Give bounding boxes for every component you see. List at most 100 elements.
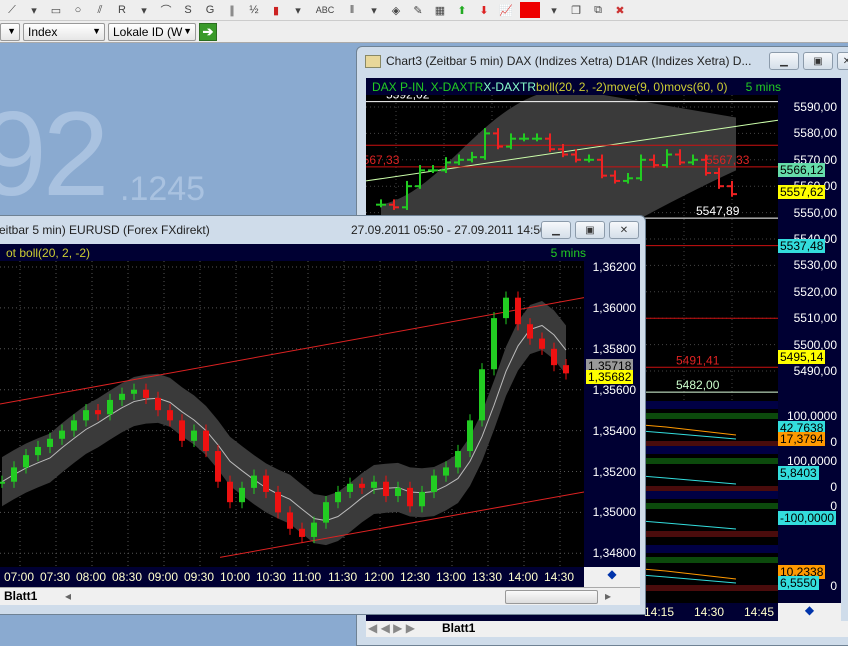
eraser-icon[interactable]: ✎ [410,2,426,18]
pin-icon[interactable]: ◆ [584,567,640,587]
regression-icon[interactable]: R [114,2,130,18]
price-label: 5547,89 [696,204,740,218]
candle-body [83,410,89,421]
combo-id-type[interactable]: Lokale ID (W ▼ [108,22,196,41]
combo-index-value: Index [28,24,58,39]
fan-icon[interactable]: ⫽ [92,2,108,18]
candle-body [95,410,101,415]
sheet-nav-icons[interactable]: ◀ ◀ ▶ ▶ [368,621,415,635]
cascade-icon[interactable]: ❐ [568,2,584,18]
dropdown-icon[interactable]: ▾ [290,2,306,18]
legend-part: move(9, 0) [606,79,665,94]
combo-index[interactable]: Index ▼ [23,22,105,41]
close-all-icon[interactable]: ✖ [612,2,628,18]
candle-body [203,430,209,452]
eurusd-time-axis: 07:00 07:30 08:00 08:30 09:00 09:30 10:00 10:30… [0,567,584,587]
price-tag: 5495,14 [778,350,826,365]
arrow-down-icon[interactable]: ⬇ [476,2,492,18]
close-button[interactable]: ✕ [837,52,848,70]
dropdown-icon[interactable]: ▾ [136,2,152,18]
legend-part: X-DAXTR [483,79,537,94]
candle-body [539,338,545,349]
time-tick: 11:00 [292,570,322,584]
time-tick: 14:30 [694,605,725,619]
price-label: 5482,00 [676,378,720,392]
candle-body [11,467,17,482]
time-tick: 10:30 [256,570,287,584]
chart-app-icon [365,54,381,68]
time-tick: 14:00 [508,570,539,584]
indicator-icon[interactable]: 📈 [498,2,514,18]
dropdown-icon[interactable]: ▾ [546,2,562,18]
minimize-button[interactable]: ▁ [541,221,571,239]
panel-tag: 6,5550 [778,576,819,590]
go-arrow-button[interactable]: ➔ [199,22,217,41]
candle-body [431,475,437,492]
tile-icon[interactable]: ⧉ [590,2,606,18]
time-tick: 11:30 [328,570,358,584]
panel-tick: 0 [830,579,837,593]
price-label: 5491,41 [676,353,720,367]
crosshair-icon[interactable]: ◈ [388,2,404,18]
gann-icon[interactable]: G [202,2,218,18]
candle-body [515,297,521,325]
candle-body [551,348,557,366]
sheet-tab-blatt1[interactable]: Blatt1 [442,621,475,635]
candle-body [395,487,401,497]
price-label: 5567,33 [706,153,750,167]
scroll-right-icon[interactable]: ▸ [605,589,611,603]
price-tick: 1,35200 [592,464,636,479]
candle-body [383,481,389,497]
grid-icon[interactable]: ▦ [432,2,448,18]
candle-body [119,393,125,400]
close-button[interactable]: ✕ [609,221,639,239]
scroll-left-icon[interactable]: ◂ [65,589,71,603]
parallel-lines-icon[interactable]: ∥ [224,2,240,18]
candle-body [503,297,509,319]
maximize-button[interactable]: ▣ [803,52,833,70]
speed-lines-icon[interactable]: S [180,2,196,18]
color-bar-icon[interactable]: ▮ [268,2,284,18]
chart3-price-axis[interactable]: 5590,005580,005570,005560,005550,005540,… [778,95,841,603]
color-swatch-icon[interactable] [520,2,540,18]
minimize-button[interactable]: ▁ [769,52,799,70]
arc-icon[interactable]: ⌒ [158,2,174,18]
candle-body [467,420,473,452]
vertical-lines-icon[interactable]: ‖ [344,2,360,18]
horizontal-scrollbar-thumb[interactable] [505,590,598,604]
text-icon[interactable]: ABC [312,2,338,18]
time-tick: 08:00 [76,570,107,584]
price-tick: 1,36000 [592,300,636,315]
candle-body [251,475,257,488]
pin-icon[interactable]: ◆ [778,603,841,621]
candle-body [59,430,65,439]
rectangle-icon[interactable]: ▭ [48,2,64,18]
candle-body [107,399,113,415]
price-tick: 1,35000 [592,505,636,520]
candle-body [527,324,533,339]
dropdown-icon[interactable]: ▾ [26,2,42,18]
candle-body [23,455,29,468]
ellipse-icon[interactable]: ○ [70,2,86,18]
trendline-icon[interactable]: ⟋ [4,2,20,18]
sheet-tab-blatt1[interactable]: Blatt1 [4,589,37,603]
arrow-up-icon[interactable]: ⬆ [454,2,470,18]
drawing-toolbar: ⟋ ▾ ▭ ○ ⫽ R ▾ ⌒ S G ∥ ½ ▮ ▾ ABC ‖ ▾ ◈ ✎ ▦ ⬆ ⬇ 📈 ▾ ❐ ⧉ ✖ [0,0,848,21]
candle-body [287,512,293,529]
chart3-legend: DAX P-IN. X-DAXTR X-DAXTR boll(20, 2, -2… [366,78,841,95]
maximize-button[interactable]: ▣ [575,221,605,239]
candle-body [239,487,245,503]
fibonacci-icon[interactable]: ½ [246,2,262,18]
price-label: 5567,33 [366,153,400,167]
candle-body [215,451,221,482]
eurusd-date-range: 27.09.2011 05:50 - 27.09.2011 14:50 [351,223,547,237]
combo-first[interactable]: ▼ [0,22,20,41]
candle-body [71,420,77,431]
bollinger-band [2,300,566,546]
price-tick: 5530,00 [793,258,837,273]
chart3-interval: 5 mins [745,79,781,94]
eurusd-price-axis[interactable]: 1,36200 1,36000 1,35800 1,35600 1,35400 1,352… [584,260,640,567]
eurusd-title: eitbar 5 min) EURUSD (Forex FXdirekt) [0,223,210,237]
dropdown-icon[interactable]: ▾ [366,2,382,18]
eurusd-plot[interactable] [0,261,585,567]
